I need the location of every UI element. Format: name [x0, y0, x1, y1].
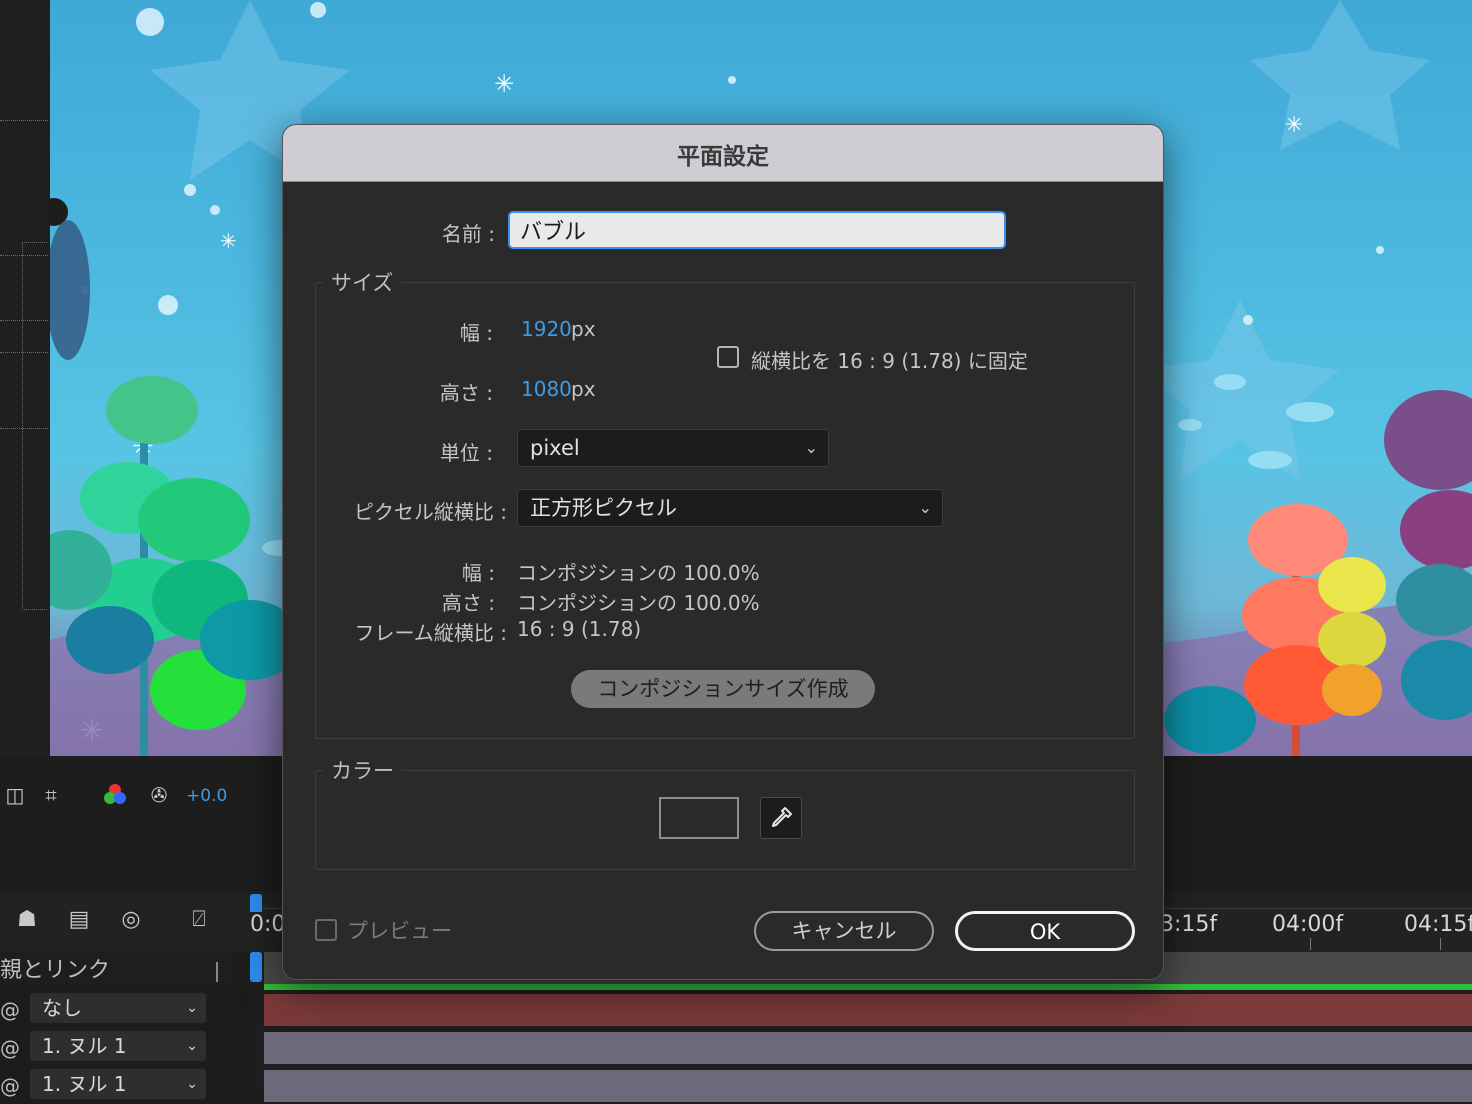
- frame-aspect-label: フレーム縦横比 :: [354, 621, 508, 645]
- height-unit: px: [571, 377, 596, 401]
- parent-select-value: なし: [42, 996, 82, 1020]
- pick-whip-icon[interactable]: @: [0, 998, 20, 1022]
- parent-select[interactable]: 1. ヌル 1 ⌄: [30, 1031, 206, 1061]
- units-select-value: pixel: [530, 436, 580, 460]
- chevron-down-icon: ⌄: [186, 1000, 198, 1016]
- chevron-down-icon: ⌄: [186, 1076, 198, 1092]
- parent-select[interactable]: 1. ヌル 1 ⌄: [30, 1069, 206, 1099]
- exposure-value[interactable]: +0.0: [186, 786, 227, 806]
- make-comp-size-button[interactable]: コンポジションサイズ作成: [571, 670, 875, 708]
- parent-link-label: 親とリンク: [0, 958, 111, 983]
- work-area-indicator: [264, 984, 1472, 990]
- svg-text:✳: ✳: [220, 229, 237, 253]
- height-value[interactable]: 1080: [521, 377, 572, 401]
- parent-select[interactable]: なし ⌄: [30, 993, 206, 1023]
- playhead-marker[interactable]: [250, 952, 262, 982]
- viewer-toolbar: ◫ ⌗ ✇ +0.0: [0, 772, 290, 818]
- width-unit: px: [571, 317, 596, 341]
- frame-blending-icon[interactable]: ▤: [62, 902, 96, 936]
- parent-select-value: 1. ヌル 1: [42, 1072, 127, 1096]
- eyedropper-icon: [772, 807, 792, 827]
- channel-rgb-icon[interactable]: [100, 780, 130, 810]
- panel-outline: [22, 242, 47, 610]
- divider: [0, 120, 48, 121]
- lock-aspect-checkbox[interactable]: [717, 346, 739, 368]
- height-label: 高さ :: [439, 381, 493, 405]
- color-swatch[interactable]: [659, 797, 739, 839]
- dialog-title: 平面設定: [677, 144, 769, 170]
- parent-link-header: 親とリンク: [0, 952, 250, 990]
- ruler-label: 04:00f: [1272, 912, 1344, 937]
- eyedropper-button[interactable]: [760, 797, 802, 839]
- svg-text:✳: ✳: [494, 70, 514, 98]
- chevron-down-icon: ⌄: [186, 1038, 198, 1054]
- ruler-label: 3:15f: [1160, 912, 1218, 937]
- parent-select-value: 1. ヌル 1: [42, 1034, 127, 1058]
- solid-settings-dialog: 平面設定 名前 : サイズ 幅 : 1920 px 縦横比を 16 : 9 (1…: [282, 124, 1164, 980]
- name-label: 名前 :: [441, 222, 495, 246]
- ruler-tick: [1440, 938, 1441, 950]
- pick-whip-icon[interactable]: @: [0, 1036, 20, 1060]
- layer-row: @ 1. ヌル 1 ⌄: [0, 1028, 250, 1066]
- pick-whip-icon[interactable]: @: [0, 1074, 20, 1098]
- layer-row: @ 1. ヌル 1 ⌄: [0, 1066, 250, 1104]
- layer-bar-null[interactable]: [264, 1032, 1472, 1064]
- shy-layers-icon[interactable]: ☗: [10, 902, 44, 936]
- units-label: 単位 :: [439, 441, 493, 465]
- preview-label[interactable]: プレビュー: [347, 915, 452, 945]
- playhead-handle[interactable]: [250, 894, 262, 912]
- layer-bar-solid[interactable]: [264, 994, 1472, 1026]
- layer-bar-null[interactable]: [264, 1070, 1472, 1102]
- lock-aspect-label[interactable]: 縦横比を 16 : 9 (1.78) に固定: [751, 345, 1028, 374]
- cancel-button[interactable]: キャンセル: [754, 911, 934, 951]
- width-value[interactable]: 1920: [521, 317, 572, 341]
- units-select[interactable]: pixel ⌄: [517, 429, 829, 467]
- name-input[interactable]: [508, 211, 1006, 249]
- frame-aspect-value: 16 : 9 (1.78): [517, 617, 642, 641]
- pixel-aspect-select[interactable]: 正方形ピクセル ⌄: [517, 489, 943, 527]
- ruler-label: 04:15f: [1404, 912, 1472, 937]
- info-height-value: コンポジションの 100.0%: [517, 591, 760, 615]
- info-width-label: 幅 :: [461, 561, 495, 585]
- chevron-down-icon: ⌄: [804, 438, 818, 457]
- transparency-grid-icon[interactable]: ⌗: [36, 780, 66, 810]
- preview-checkbox[interactable]: [315, 919, 337, 941]
- width-label: 幅 :: [459, 321, 493, 345]
- ruler-tick: [1310, 938, 1311, 950]
- pixel-aspect-label: ピクセル縦横比 :: [353, 500, 507, 524]
- column-separator[interactable]: [216, 962, 218, 982]
- svg-text:✳: ✳: [1285, 113, 1303, 138]
- graph-editor-icon[interactable]: ⍁: [182, 902, 216, 936]
- color-group-title: カラー: [323, 755, 402, 785]
- region-of-interest-icon[interactable]: ◫: [0, 780, 30, 810]
- info-height-label: 高さ :: [441, 591, 495, 615]
- chevron-down-icon: ⌄: [918, 498, 932, 517]
- layer-row: @ なし ⌄: [0, 990, 250, 1028]
- size-group-title: サイズ: [323, 267, 402, 297]
- exposure-reset-icon[interactable]: ✇: [144, 780, 174, 810]
- info-width-value: コンポジションの 100.0%: [517, 561, 760, 585]
- motion-blur-icon[interactable]: ◎: [114, 902, 148, 936]
- dialog-titlebar[interactable]: 平面設定: [283, 125, 1163, 182]
- pixel-aspect-select-value: 正方形ピクセル: [530, 496, 677, 520]
- project-panel: [0, 0, 50, 756]
- ok-button[interactable]: OK: [955, 911, 1135, 951]
